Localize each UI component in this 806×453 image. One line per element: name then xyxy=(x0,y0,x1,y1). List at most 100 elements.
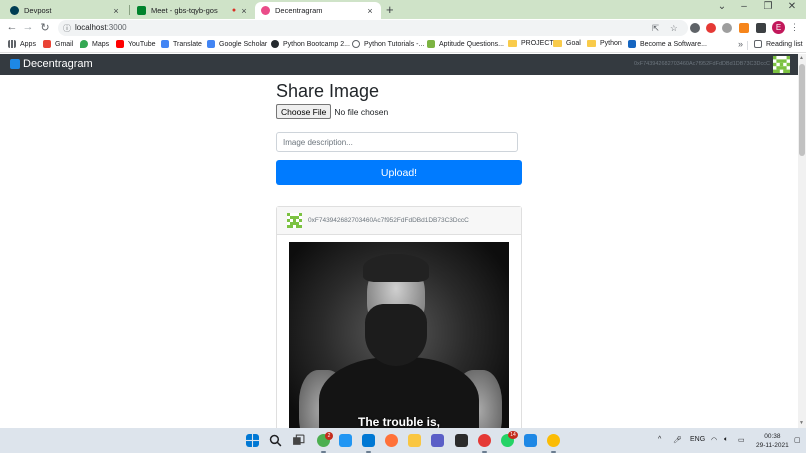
wifi-icon[interactable]: ◠ xyxy=(711,436,717,444)
back-button[interactable]: ← xyxy=(5,21,19,33)
media-app-icon[interactable] xyxy=(455,434,468,447)
site-icon xyxy=(427,40,435,48)
windows-taskbar: 2 14 ^ 🎤︎ ENG ◠ 🔈︎ ▭ 00:38 29-11-2021 ▢ xyxy=(0,428,806,453)
recording-icon: ● xyxy=(231,7,237,14)
reading-list-button[interactable]: Reading list xyxy=(754,40,803,48)
bookmark-star-icon[interactable]: ☆ xyxy=(670,23,678,34)
tab-title: Meet - gbs-tqyb-gos xyxy=(151,6,218,15)
scroll-down-icon[interactable]: ▼ xyxy=(799,420,804,426)
metamask-fox-icon[interactable] xyxy=(739,23,749,33)
app-navbar: Decentragram 0xF743942682703460Ac7f952Fd… xyxy=(0,54,798,75)
folder-icon xyxy=(508,40,517,47)
battery-icon[interactable]: ▭ xyxy=(738,436,745,444)
extensions-puzzle-icon[interactable] xyxy=(756,23,766,33)
image-description-input[interactable] xyxy=(276,132,518,152)
reading-list-label: Reading list xyxy=(766,40,803,48)
bookmark-folder-python[interactable]: Python xyxy=(587,40,622,47)
browser-toolbar: ← → ↻ ⓘ localhost:3000 ⇱ ☆ E ⋮ xyxy=(0,19,806,37)
minimize-button[interactable]: – xyxy=(734,1,754,12)
bookmark-label: Google Scholar xyxy=(219,40,268,48)
bookmark-label: Aptitude Questions... xyxy=(439,40,504,48)
close-tab-icon[interactable]: × xyxy=(239,6,249,16)
bookmark-maps[interactable]: Maps xyxy=(80,40,109,48)
bookmark-label: PROJECT xyxy=(521,40,554,47)
bookmark-label: Become a Software... xyxy=(640,40,707,48)
firefox-icon[interactable] xyxy=(385,434,398,447)
address-bar[interactable]: ⓘ localhost:3000 ⇱ ☆ xyxy=(58,20,688,36)
todo-check-icon[interactable] xyxy=(339,434,352,447)
post-header: 0xF743942682703460Ac7f952FdFdDBd1DB73C3D… xyxy=(277,207,521,235)
file-explorer-icon[interactable] xyxy=(408,434,421,447)
bookmark-become-software[interactable]: Become a Software... xyxy=(628,40,707,48)
speaker-icon[interactable]: 🔈︎ xyxy=(724,436,728,444)
bookmark-label: Python xyxy=(600,40,622,47)
forward-button[interactable]: → xyxy=(21,21,35,33)
tab-meet[interactable]: Meet - gbs-tqyb-gos ● × xyxy=(131,2,255,19)
brand-link[interactable]: Decentragram xyxy=(10,58,93,70)
search-icon[interactable] xyxy=(269,434,282,447)
bookmark-folder-goal[interactable]: Goal xyxy=(553,40,581,47)
show-hidden-icons-chevron[interactable]: ^ xyxy=(658,436,661,443)
reload-button[interactable]: ↻ xyxy=(38,21,52,34)
bookmark-python-bootcamp[interactable]: Python Bootcamp 2... xyxy=(271,40,350,48)
url-host: localhost xyxy=(75,23,107,32)
profile-avatar[interactable]: E xyxy=(772,21,785,34)
chrome-icon[interactable] xyxy=(547,434,560,447)
tab-search-icon[interactable]: ⌄ xyxy=(712,1,732,12)
new-tab-button[interactable]: + xyxy=(386,2,394,17)
bookmark-youtube[interactable]: YouTube xyxy=(116,40,156,48)
windows-start-icon[interactable] xyxy=(246,434,259,447)
close-tab-icon[interactable]: × xyxy=(365,6,375,16)
devpost-icon xyxy=(10,6,19,15)
scroll-up-icon[interactable]: ▲ xyxy=(799,55,804,61)
scrollbar-thumb[interactable] xyxy=(799,64,805,156)
tab-decentragram[interactable]: Decentragram × xyxy=(255,2,381,19)
teams-icon[interactable] xyxy=(431,434,444,447)
choose-file-button[interactable]: Choose File xyxy=(276,104,332,119)
address-url[interactable]: localhost:3000 xyxy=(75,23,127,32)
clock-date: 29-11-2021 xyxy=(756,442,789,449)
image-caption-text: The trouble is, xyxy=(357,415,440,428)
author-identicon-avatar xyxy=(287,213,302,228)
bookmark-label: YouTube xyxy=(128,40,156,48)
identicon-avatar xyxy=(773,56,790,73)
tab-title: Devpost xyxy=(24,6,52,15)
microphone-icon[interactable]: 🎤︎ xyxy=(673,436,682,444)
bookmark-folder-project[interactable]: PROJECT xyxy=(508,40,554,47)
system-clock[interactable]: 00:38 29-11-2021 xyxy=(756,432,789,450)
bookmark-gmail[interactable]: Gmail xyxy=(43,40,73,48)
bookmarks-bar: Apps Gmail Maps YouTube Translate Google… xyxy=(0,37,806,53)
vscode-icon[interactable] xyxy=(362,434,375,447)
close-window-button[interactable]: ✕ xyxy=(782,1,802,12)
bookmark-aptitude-questions[interactable]: Aptitude Questions... xyxy=(427,40,504,48)
extension-icon[interactable] xyxy=(722,23,732,33)
bookmark-translate[interactable]: Translate xyxy=(161,40,202,48)
bookmark-python-tutorials[interactable]: Python Tutorials -... xyxy=(352,40,424,48)
language-indicator[interactable]: ENG xyxy=(690,436,705,443)
post-image: The trouble is, xyxy=(289,242,509,428)
task-view-icon[interactable] xyxy=(292,434,305,447)
bookmark-google-scholar[interactable]: Google Scholar xyxy=(207,40,267,48)
share-page-icon[interactable]: ⇱ xyxy=(652,23,659,34)
maximize-button[interactable]: ❐ xyxy=(758,1,778,12)
calculator-icon[interactable] xyxy=(524,434,537,447)
tab-devpost[interactable]: Devpost × xyxy=(4,2,127,19)
upload-button[interactable]: Upload! xyxy=(276,160,522,185)
more-bookmarks-icon[interactable]: » xyxy=(738,39,743,49)
file-input[interactable]: Choose File No file chosen xyxy=(276,104,388,119)
decentragram-logo-icon xyxy=(10,59,20,69)
page-scrollbar[interactable]: ▲ ▼ xyxy=(798,54,806,428)
notifications-icon[interactable]: ▢ xyxy=(794,436,801,444)
folder-icon xyxy=(553,40,562,47)
tab-divider xyxy=(129,5,130,15)
bookmarks-divider xyxy=(747,41,748,50)
extension-icon[interactable] xyxy=(690,23,700,33)
image-post-card: 0xF743942682703460Ac7f952FdFdDBd1DB73C3D… xyxy=(276,206,522,428)
site-info-icon[interactable]: ⓘ xyxy=(63,23,71,34)
chrome-menu-icon[interactable]: ⋮ xyxy=(790,22,799,33)
tab-strip: Devpost × Meet - gbs-tqyb-gos ● × Decent… xyxy=(0,0,806,19)
bookmark-apps[interactable]: Apps xyxy=(8,40,36,48)
chrome-icon[interactable] xyxy=(478,434,491,447)
close-tab-icon[interactable]: × xyxy=(111,6,121,16)
adblock-extension-icon[interactable] xyxy=(706,23,716,33)
